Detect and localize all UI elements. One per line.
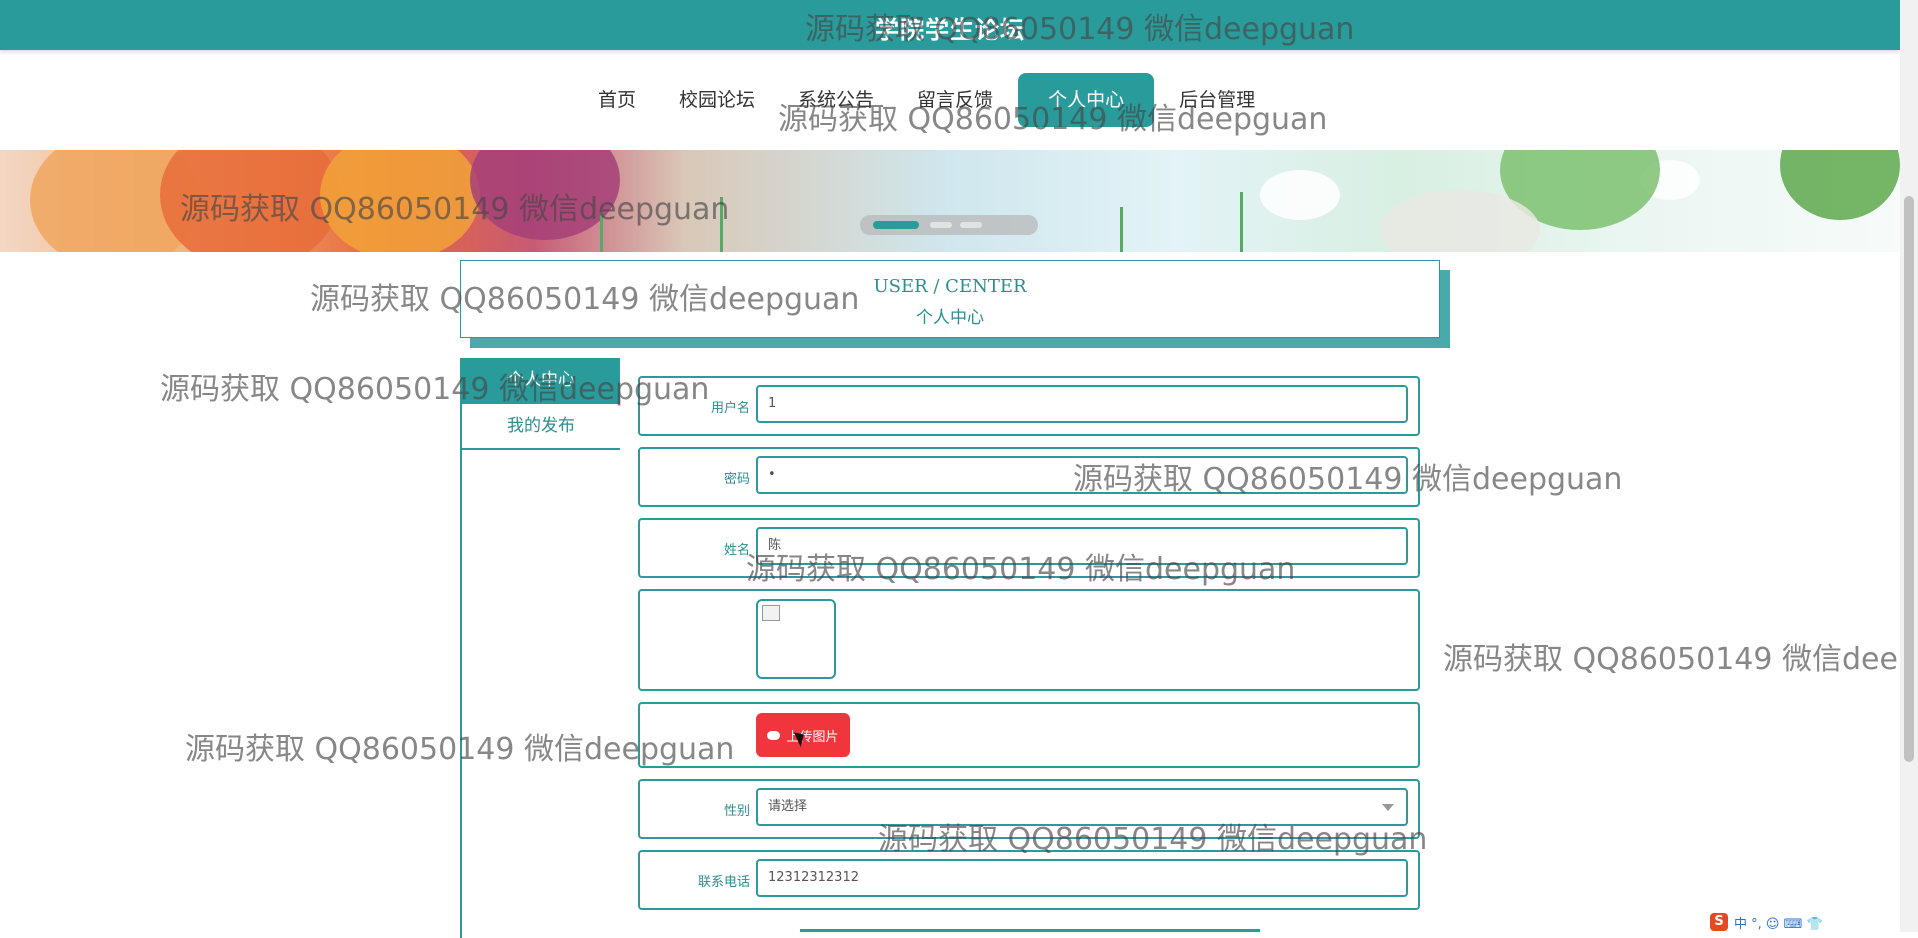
- ime-toolbar[interactable]: S 中 °, ☺ ⌨ 👕: [1710, 912, 1900, 932]
- form-row-upload: 上传图片: [638, 702, 1420, 768]
- broken-image-icon: [762, 605, 780, 621]
- carousel-dot[interactable]: [960, 222, 982, 228]
- grass-shape: [1240, 192, 1243, 252]
- watermark: 源码获取 QQ86050149 微信deepguan: [1443, 642, 1900, 677]
- nav-announcements[interactable]: 系统公告: [780, 73, 892, 127]
- password-field[interactable]: •: [756, 456, 1408, 494]
- leaf-shape: [1780, 150, 1900, 220]
- nav-forum[interactable]: 校园论坛: [661, 73, 773, 127]
- nav-admin[interactable]: 后台管理: [1161, 73, 1273, 127]
- gender-select-value: 请选择: [768, 799, 808, 814]
- banner-art: [470, 150, 620, 240]
- form-row-username: 用户名 1: [638, 376, 1420, 436]
- ime-status: 中 °, ☺ ⌨ 👕: [1734, 916, 1823, 932]
- chevron-down-icon: [1382, 804, 1394, 811]
- username-label: 用户名: [710, 401, 750, 416]
- sidebar-item-personal-center[interactable]: 个人中心: [462, 358, 620, 404]
- nav-personal-center[interactable]: 个人中心: [1018, 73, 1155, 127]
- banner-art: [160, 150, 340, 252]
- phone-field[interactable]: 12312312312: [756, 859, 1408, 897]
- form-row-phone: 联系电话 12312312312: [638, 850, 1420, 910]
- scrollbar-thumb[interactable]: [1904, 196, 1914, 762]
- site-title: 学院学生论坛: [875, 16, 1025, 44]
- sidebar-item-my-posts[interactable]: 我的发布: [462, 404, 620, 450]
- nav-home[interactable]: 首页: [580, 73, 654, 127]
- form-row-avatar: [638, 589, 1420, 691]
- carousel-dot[interactable]: [930, 222, 952, 228]
- grass-shape: [600, 212, 603, 252]
- grass-shape: [720, 197, 723, 252]
- name-label: 姓名: [723, 543, 750, 558]
- nav-feedback[interactable]: 留言反馈: [899, 73, 1011, 127]
- password-label: 密码: [723, 472, 750, 487]
- username-field[interactable]: 1: [756, 385, 1408, 423]
- user-sidebar: 个人中心 我的发布: [460, 358, 620, 938]
- dove-shape: [1260, 170, 1340, 220]
- gender-label: 性别: [723, 804, 750, 819]
- watermark: 源码获取 QQ86050149 微信deepguan: [160, 372, 710, 407]
- avatar-preview: [756, 599, 836, 679]
- sogou-logo-icon: S: [1710, 913, 1728, 931]
- form-row-name: 姓名 陈: [638, 518, 1420, 578]
- form-row-password: 密码 •: [638, 447, 1420, 507]
- name-field[interactable]: 陈: [756, 527, 1408, 565]
- section-title-en: USER / CENTER: [873, 276, 1027, 297]
- top-bar: 学院学生论坛: [0, 0, 1900, 50]
- main-nav: 首页 校园论坛 系统公告 留言反馈 个人中心 后台管理: [580, 72, 1280, 128]
- section-header: USER / CENTER 个人中心: [460, 260, 1440, 338]
- gender-select[interactable]: 请选择: [756, 788, 1408, 826]
- banner-art: [320, 150, 480, 252]
- phone-label: 联系电话: [697, 875, 750, 890]
- cloud-upload-icon: [767, 730, 781, 740]
- grass-shape: [1120, 207, 1123, 252]
- carousel-dot-active[interactable]: [873, 221, 919, 229]
- section-title-cn: 个人中心: [916, 308, 984, 328]
- form-row-gender: 性别 请选择: [638, 779, 1420, 839]
- banner-carousel[interactable]: [0, 150, 1900, 252]
